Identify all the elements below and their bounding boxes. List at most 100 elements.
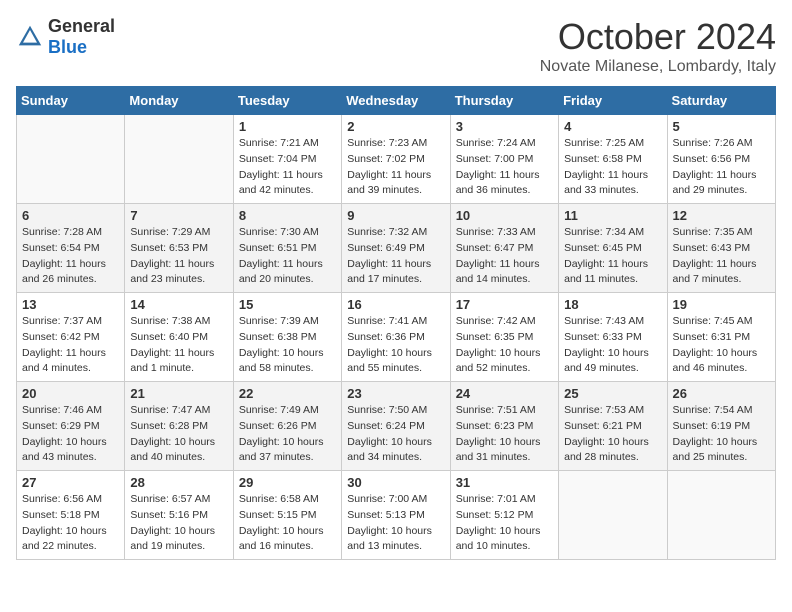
day-detail: Sunrise: 7:26 AMSunset: 6:56 PMDaylight:… — [673, 137, 757, 196]
day-number: 1 — [239, 119, 336, 134]
table-row — [125, 115, 233, 204]
day-detail: Sunrise: 7:43 AMSunset: 6:33 PMDaylight:… — [564, 315, 649, 374]
header-tuesday: Tuesday — [233, 87, 341, 115]
table-row: 25 Sunrise: 7:53 AMSunset: 6:21 PMDaylig… — [559, 382, 667, 471]
table-row: 26 Sunrise: 7:54 AMSunset: 6:19 PMDaylig… — [667, 382, 775, 471]
day-detail: Sunrise: 7:30 AMSunset: 6:51 PMDaylight:… — [239, 226, 323, 285]
table-row: 2 Sunrise: 7:23 AMSunset: 7:02 PMDayligh… — [342, 115, 450, 204]
day-number: 6 — [22, 208, 119, 223]
day-number: 25 — [564, 386, 661, 401]
day-number: 16 — [347, 297, 444, 312]
day-detail: Sunrise: 6:57 AMSunset: 5:16 PMDaylight:… — [130, 493, 215, 552]
day-detail: Sunrise: 7:53 AMSunset: 6:21 PMDaylight:… — [564, 404, 649, 463]
day-detail: Sunrise: 7:45 AMSunset: 6:31 PMDaylight:… — [673, 315, 758, 374]
day-number: 15 — [239, 297, 336, 312]
day-detail: Sunrise: 7:28 AMSunset: 6:54 PMDaylight:… — [22, 226, 106, 285]
table-row: 11 Sunrise: 7:34 AMSunset: 6:45 PMDaylig… — [559, 204, 667, 293]
day-detail: Sunrise: 6:58 AMSunset: 5:15 PMDaylight:… — [239, 493, 324, 552]
table-row: 3 Sunrise: 7:24 AMSunset: 7:00 PMDayligh… — [450, 115, 558, 204]
day-number: 28 — [130, 475, 227, 490]
table-row: 6 Sunrise: 7:28 AMSunset: 6:54 PMDayligh… — [17, 204, 125, 293]
day-number: 17 — [456, 297, 553, 312]
location-title: Novate Milanese, Lombardy, Italy — [540, 58, 776, 76]
table-row: 12 Sunrise: 7:35 AMSunset: 6:43 PMDaylig… — [667, 204, 775, 293]
header-wednesday: Wednesday — [342, 87, 450, 115]
table-row: 24 Sunrise: 7:51 AMSunset: 6:23 PMDaylig… — [450, 382, 558, 471]
table-row: 7 Sunrise: 7:29 AMSunset: 6:53 PMDayligh… — [125, 204, 233, 293]
day-detail: Sunrise: 7:54 AMSunset: 6:19 PMDaylight:… — [673, 404, 758, 463]
table-row: 4 Sunrise: 7:25 AMSunset: 6:58 PMDayligh… — [559, 115, 667, 204]
day-detail: Sunrise: 7:32 AMSunset: 6:49 PMDaylight:… — [347, 226, 431, 285]
day-number: 26 — [673, 386, 770, 401]
day-detail: Sunrise: 7:42 AMSunset: 6:35 PMDaylight:… — [456, 315, 541, 374]
table-row: 8 Sunrise: 7:30 AMSunset: 6:51 PMDayligh… — [233, 204, 341, 293]
day-detail: Sunrise: 7:41 AMSunset: 6:36 PMDaylight:… — [347, 315, 432, 374]
title-block: October 2024 Novate Milanese, Lombardy, … — [540, 16, 776, 76]
table-row — [17, 115, 125, 204]
calendar-week-5: 27 Sunrise: 6:56 AMSunset: 5:18 PMDaylig… — [17, 471, 776, 560]
day-number: 9 — [347, 208, 444, 223]
table-row: 31 Sunrise: 7:01 AMSunset: 5:12 PMDaylig… — [450, 471, 558, 560]
day-number: 27 — [22, 475, 119, 490]
calendar-week-2: 6 Sunrise: 7:28 AMSunset: 6:54 PMDayligh… — [17, 204, 776, 293]
day-detail: Sunrise: 7:34 AMSunset: 6:45 PMDaylight:… — [564, 226, 648, 285]
day-number: 4 — [564, 119, 661, 134]
table-row: 29 Sunrise: 6:58 AMSunset: 5:15 PMDaylig… — [233, 471, 341, 560]
month-title: October 2024 — [540, 16, 776, 58]
logo-text-blue: Blue — [48, 37, 87, 57]
table-row: 27 Sunrise: 6:56 AMSunset: 5:18 PMDaylig… — [17, 471, 125, 560]
day-detail: Sunrise: 7:47 AMSunset: 6:28 PMDaylight:… — [130, 404, 215, 463]
day-number: 22 — [239, 386, 336, 401]
day-detail: Sunrise: 7:35 AMSunset: 6:43 PMDaylight:… — [673, 226, 757, 285]
calendar-header-row: Sunday Monday Tuesday Wednesday Thursday… — [17, 87, 776, 115]
day-number: 12 — [673, 208, 770, 223]
day-detail: Sunrise: 7:49 AMSunset: 6:26 PMDaylight:… — [239, 404, 324, 463]
header-saturday: Saturday — [667, 87, 775, 115]
day-detail: Sunrise: 7:33 AMSunset: 6:47 PMDaylight:… — [456, 226, 540, 285]
day-detail: Sunrise: 7:23 AMSunset: 7:02 PMDaylight:… — [347, 137, 431, 196]
table-row: 10 Sunrise: 7:33 AMSunset: 6:47 PMDaylig… — [450, 204, 558, 293]
day-number: 29 — [239, 475, 336, 490]
day-number: 10 — [456, 208, 553, 223]
logo: General Blue — [16, 16, 115, 58]
day-detail: Sunrise: 7:24 AMSunset: 7:00 PMDaylight:… — [456, 137, 540, 196]
header-sunday: Sunday — [17, 87, 125, 115]
day-number: 21 — [130, 386, 227, 401]
page-header: General Blue October 2024 Novate Milanes… — [16, 16, 776, 76]
table-row: 23 Sunrise: 7:50 AMSunset: 6:24 PMDaylig… — [342, 382, 450, 471]
day-number: 30 — [347, 475, 444, 490]
table-row: 13 Sunrise: 7:37 AMSunset: 6:42 PMDaylig… — [17, 293, 125, 382]
header-monday: Monday — [125, 87, 233, 115]
day-number: 31 — [456, 475, 553, 490]
table-row: 19 Sunrise: 7:45 AMSunset: 6:31 PMDaylig… — [667, 293, 775, 382]
table-row: 21 Sunrise: 7:47 AMSunset: 6:28 PMDaylig… — [125, 382, 233, 471]
day-detail: Sunrise: 6:56 AMSunset: 5:18 PMDaylight:… — [22, 493, 107, 552]
calendar-week-4: 20 Sunrise: 7:46 AMSunset: 6:29 PMDaylig… — [17, 382, 776, 471]
day-detail: Sunrise: 7:39 AMSunset: 6:38 PMDaylight:… — [239, 315, 324, 374]
table-row: 30 Sunrise: 7:00 AMSunset: 5:13 PMDaylig… — [342, 471, 450, 560]
day-detail: Sunrise: 7:01 AMSunset: 5:12 PMDaylight:… — [456, 493, 541, 552]
calendar-week-1: 1 Sunrise: 7:21 AMSunset: 7:04 PMDayligh… — [17, 115, 776, 204]
table-row: 15 Sunrise: 7:39 AMSunset: 6:38 PMDaylig… — [233, 293, 341, 382]
day-number: 8 — [239, 208, 336, 223]
day-detail: Sunrise: 7:50 AMSunset: 6:24 PMDaylight:… — [347, 404, 432, 463]
day-detail: Sunrise: 7:46 AMSunset: 6:29 PMDaylight:… — [22, 404, 107, 463]
table-row: 14 Sunrise: 7:38 AMSunset: 6:40 PMDaylig… — [125, 293, 233, 382]
table-row: 1 Sunrise: 7:21 AMSunset: 7:04 PMDayligh… — [233, 115, 341, 204]
day-detail: Sunrise: 7:29 AMSunset: 6:53 PMDaylight:… — [130, 226, 214, 285]
day-number: 3 — [456, 119, 553, 134]
day-detail: Sunrise: 7:25 AMSunset: 6:58 PMDaylight:… — [564, 137, 648, 196]
table-row: 17 Sunrise: 7:42 AMSunset: 6:35 PMDaylig… — [450, 293, 558, 382]
day-number: 7 — [130, 208, 227, 223]
day-detail: Sunrise: 7:38 AMSunset: 6:40 PMDaylight:… — [130, 315, 214, 374]
table-row: 5 Sunrise: 7:26 AMSunset: 6:56 PMDayligh… — [667, 115, 775, 204]
table-row: 16 Sunrise: 7:41 AMSunset: 6:36 PMDaylig… — [342, 293, 450, 382]
calendar-week-3: 13 Sunrise: 7:37 AMSunset: 6:42 PMDaylig… — [17, 293, 776, 382]
day-detail: Sunrise: 7:00 AMSunset: 5:13 PMDaylight:… — [347, 493, 432, 552]
day-number: 23 — [347, 386, 444, 401]
table-row — [667, 471, 775, 560]
table-row: 22 Sunrise: 7:49 AMSunset: 6:26 PMDaylig… — [233, 382, 341, 471]
day-number: 14 — [130, 297, 227, 312]
day-number: 11 — [564, 208, 661, 223]
table-row: 9 Sunrise: 7:32 AMSunset: 6:49 PMDayligh… — [342, 204, 450, 293]
